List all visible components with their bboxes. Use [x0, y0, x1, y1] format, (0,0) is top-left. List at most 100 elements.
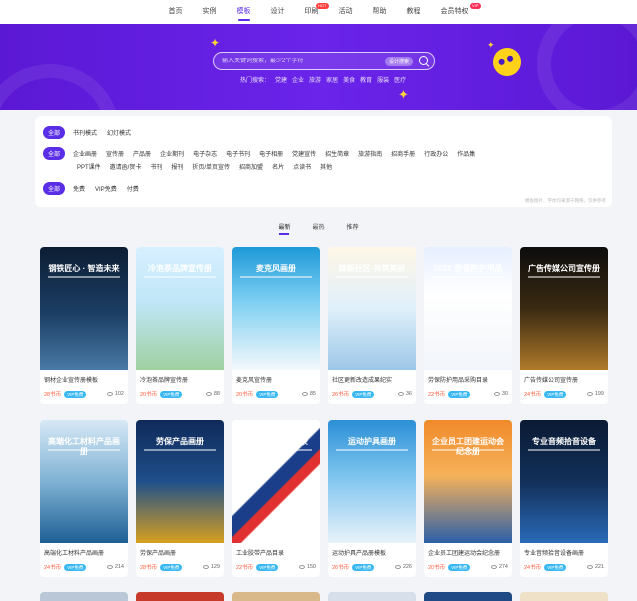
- template-title[interactable]: 社区更新改造成果纪实: [328, 370, 416, 386]
- hot-term[interactable]: 美食: [343, 75, 355, 84]
- filter-option[interactable]: 企业期刊: [160, 149, 184, 158]
- nav-vip[interactable]: 会员特权 VIP: [431, 0, 481, 24]
- filter-row-category: 全部 企业画册 宣传册 产品册 企业期刊 电子杂志 电子书刊 电子相册 党建宣传…: [43, 147, 484, 160]
- template-thumbnail[interactable]: 企业员工团建运动会纪念册: [424, 420, 512, 543]
- filter-all-chip[interactable]: 全部: [43, 147, 66, 160]
- filter-option[interactable]: 企业画册: [73, 149, 97, 158]
- template-title[interactable]: 麦克风宣传册: [232, 370, 320, 386]
- filter-option[interactable]: 电子杂志: [193, 149, 217, 158]
- filter-option[interactable]: 邀请函/贺卡: [110, 162, 142, 171]
- template-thumbnail[interactable]: 麦克风画册: [232, 247, 320, 370]
- filter-option[interactable]: 电子相册: [259, 149, 283, 158]
- filter-option[interactable]: 产品册: [133, 149, 151, 158]
- nav-help[interactable]: 帮助: [363, 0, 397, 24]
- filter-option[interactable]: 招商手册: [391, 149, 415, 158]
- filter-option[interactable]: VIP免费: [95, 184, 117, 193]
- template-title[interactable]: 运动护具产品册模板: [328, 543, 416, 559]
- template-thumbnail[interactable]: 焕新社区·共筑美好: [328, 247, 416, 370]
- sort-tab-latest[interactable]: 最新: [278, 222, 290, 235]
- template-card[interactable]: 202X 劳保防护用品 劳保防护用品采购目录 22书币 VIP免费 30: [424, 247, 512, 404]
- filter-option[interactable]: 招商加盟: [239, 162, 263, 171]
- filter-option[interactable]: 点读书: [293, 162, 311, 171]
- filter-option[interactable]: 名片: [272, 162, 284, 171]
- view-count: 221: [586, 564, 604, 570]
- template-card[interactable]: 工业胶带产品目录 工业胶带产品目录 22书币 VIP免费 150: [232, 420, 320, 577]
- nav-tutorial[interactable]: 教程: [397, 0, 431, 24]
- template-thumbnail[interactable]: 工业胶带产品目录: [232, 420, 320, 543]
- nav-examples[interactable]: 实例: [193, 0, 227, 24]
- template-card[interactable]: 广告传媒公司宣传册 广告传媒公司宣传册 24书币 VIP免费 199: [520, 247, 608, 404]
- filter-option[interactable]: 旅游指南: [358, 149, 382, 158]
- nav-print[interactable]: 印刷 HOT: [295, 0, 329, 24]
- view-count: 85: [301, 391, 316, 397]
- template-title[interactable]: 企业员工团建运动会纪念册: [424, 543, 512, 559]
- filter-all-chip[interactable]: 全部: [43, 182, 66, 195]
- filter-option[interactable]: 折页/单页宣传: [192, 162, 230, 171]
- template-thumbnail[interactable]: 运动护具画册: [328, 420, 416, 543]
- hot-term[interactable]: 旅游: [309, 75, 321, 84]
- view-count-value: 88: [213, 391, 220, 397]
- filter-option[interactable]: 作品集: [457, 149, 475, 158]
- filter-option[interactable]: 其他: [320, 162, 332, 171]
- template-thumbnail[interactable]: 专业音频拾音设备: [520, 420, 608, 543]
- template-card[interactable]: 焕新社区·共筑美好 社区更新改造成果纪实 26书币 VIP免费 36: [328, 247, 416, 404]
- template-card[interactable]: 麦克风画册 麦克风宣传册 20书币 VIP免费 85: [232, 247, 320, 404]
- nav-design[interactable]: 设计: [261, 0, 295, 24]
- vip-free-badge: VIP免费: [256, 390, 279, 398]
- filter-all-chip[interactable]: 全部: [43, 126, 66, 139]
- hot-term[interactable]: 医疗: [394, 75, 406, 84]
- hot-term[interactable]: 服装: [377, 75, 389, 84]
- hot-term[interactable]: 教育: [360, 75, 372, 84]
- template-card[interactable]: 钢铁匠心 · 智造未来 钢材企业宣传册模板 28书币 VIP免费 102: [40, 247, 128, 404]
- nav-label: 印刷: [304, 8, 319, 15]
- search-icon[interactable]: [417, 54, 431, 68]
- hot-term[interactable]: 企业: [292, 75, 304, 84]
- nav-label: 设计: [270, 8, 285, 15]
- template-title[interactable]: 广告传媒公司宣传册: [520, 370, 608, 386]
- template-title[interactable]: 高端化工材料产品画册: [40, 543, 128, 559]
- view-count: 129: [202, 564, 220, 570]
- search-bar: 设计搜索: [213, 52, 435, 70]
- filter-option[interactable]: 招生简章: [325, 149, 349, 158]
- search-mode-tag[interactable]: 设计搜索: [384, 56, 413, 66]
- template-title[interactable]: 冷泡茶品牌宣传册: [136, 370, 224, 386]
- template-thumbnail[interactable]: 钢铁匠心 · 智造未来: [40, 247, 128, 370]
- filter-option[interactable]: 行政办公: [424, 149, 448, 158]
- nav-templates[interactable]: 模板: [227, 0, 261, 24]
- hot-badge: HOT: [316, 3, 329, 9]
- hot-term[interactable]: 党建: [275, 75, 287, 84]
- sort-tab-hot[interactable]: 最热: [312, 222, 324, 231]
- filter-option[interactable]: 宣传册: [106, 149, 124, 158]
- template-title[interactable]: 工业胶带产品目录: [232, 543, 320, 559]
- template-title[interactable]: 专业音频拾音设备画册: [520, 543, 608, 559]
- template-thumbnail[interactable]: 劳保产品画册: [136, 420, 224, 543]
- filter-option[interactable]: PPT课件: [77, 162, 101, 171]
- filter-option[interactable]: 免费: [73, 184, 85, 193]
- template-title[interactable]: 劳保防护用品采购目录: [424, 370, 512, 386]
- template-card[interactable]: 企业员工团建运动会纪念册 企业员工团建运动会纪念册 20书币 VIP免费 274: [424, 420, 512, 577]
- filter-option[interactable]: 电子书刊: [226, 149, 250, 158]
- filter-option[interactable]: 党建宣传: [292, 149, 316, 158]
- template-card[interactable]: 高端化工材料产品画册 高端化工材料产品画册 24书币 VIP免费 214: [40, 420, 128, 577]
- nav-events[interactable]: 活动: [329, 0, 363, 24]
- filter-option[interactable]: 书刊: [150, 162, 162, 171]
- filter-option[interactable]: 报刊: [171, 162, 183, 171]
- template-card[interactable]: 专业音频拾音设备 专业音频拾音设备画册 24书币 VIP免费 221: [520, 420, 608, 577]
- template-card[interactable]: 运动护具画册 运动护具产品册模板 26书币 VIP免费 226: [328, 420, 416, 577]
- template-thumbnail[interactable]: 冷泡茶品牌宣传册: [136, 247, 224, 370]
- template-thumbnail[interactable]: 广告传媒公司宣传册: [520, 247, 608, 370]
- filter-option[interactable]: 付费: [127, 184, 139, 193]
- search-input[interactable]: [222, 58, 385, 64]
- template-title[interactable]: 劳保产品画册: [136, 543, 224, 559]
- sparkle-icon: ✦: [398, 87, 409, 102]
- sort-tab-recommended[interactable]: 推荐: [347, 222, 359, 231]
- template-thumbnail[interactable]: 202X 劳保防护用品: [424, 247, 512, 370]
- nav-home[interactable]: 首页: [159, 0, 193, 24]
- hot-term[interactable]: 家居: [326, 75, 338, 84]
- filter-option[interactable]: 书刊模式: [73, 128, 97, 137]
- template-thumbnail[interactable]: 高端化工材料产品画册: [40, 420, 128, 543]
- template-card[interactable]: 劳保产品画册 劳保产品画册 28书币 VIP免费 129: [136, 420, 224, 577]
- template-title[interactable]: 钢材企业宣传册模板: [40, 370, 128, 386]
- filter-option[interactable]: 幻灯模式: [107, 128, 131, 137]
- template-card[interactable]: 冷泡茶品牌宣传册 冷泡茶品牌宣传册 20书币 VIP免费 88: [136, 247, 224, 404]
